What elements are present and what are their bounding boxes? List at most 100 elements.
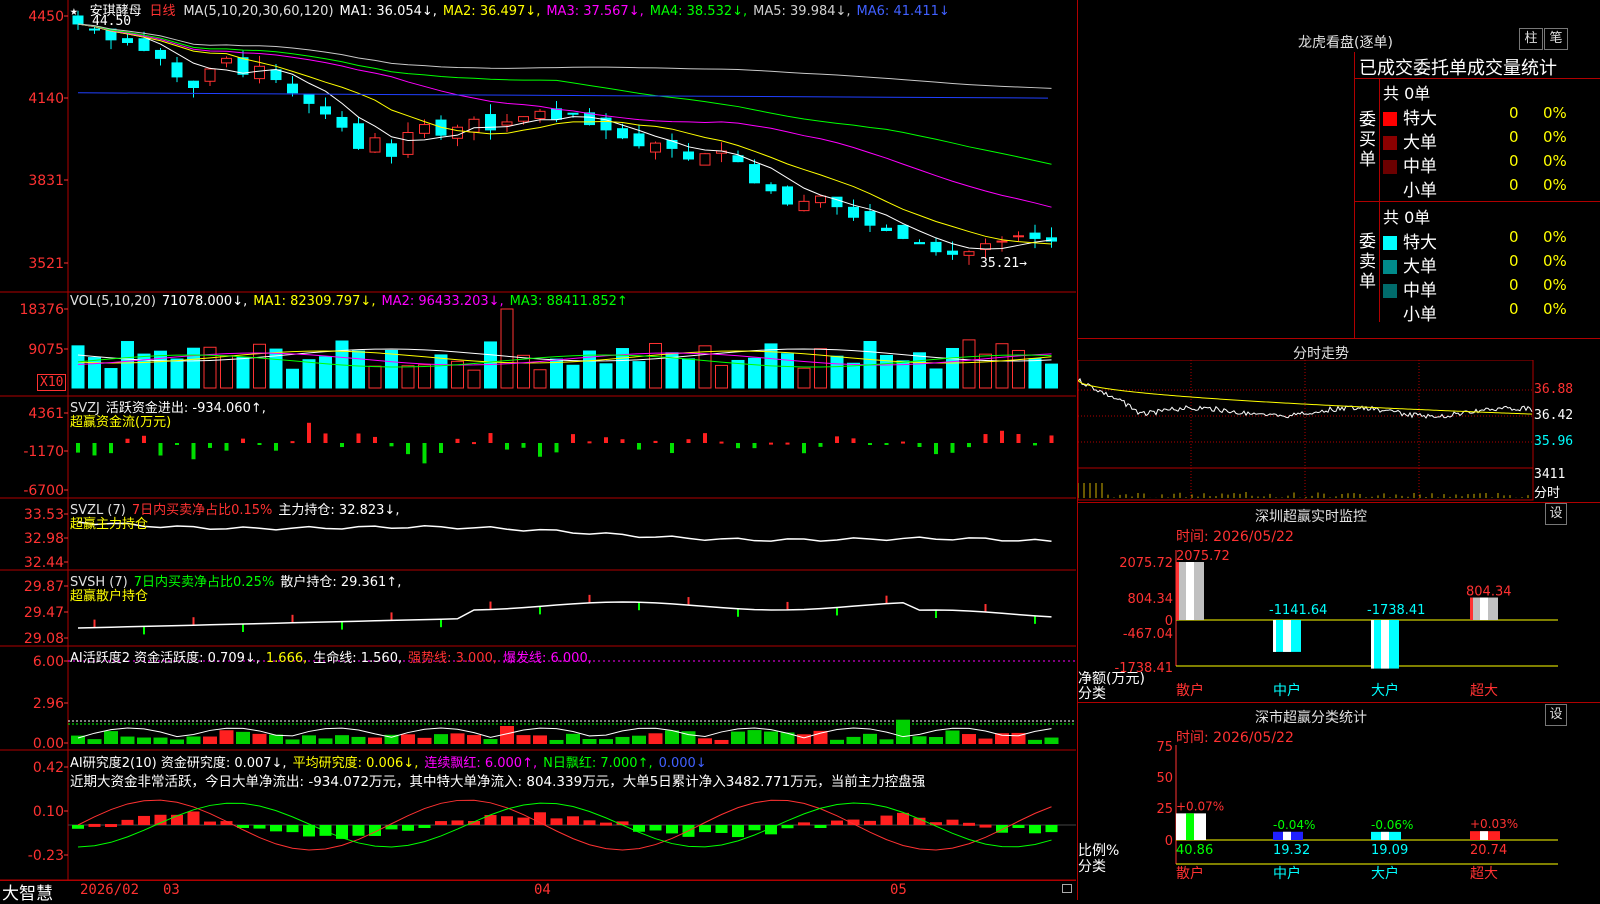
ai-research-bar: [600, 822, 612, 826]
ai-active-bar: [434, 734, 448, 744]
monitor-ylabel-2: 分类: [1078, 686, 1106, 702]
order-stat-row: 小单 0 0%: [1383, 176, 1600, 201]
ai-research-bar: [897, 812, 909, 825]
candle: [287, 83, 298, 94]
svzj-bar: [670, 443, 674, 454]
candle: [947, 250, 958, 255]
ai-active-legend-item: 1.666,: [265, 651, 308, 666]
brand-label: 大智慧: [2, 884, 53, 904]
svzj-bar: [422, 443, 427, 464]
ma-legend: MA(5,10,20,30,60,120) MA1: 36.054↓, MA2: 3…: [183, 4, 955, 19]
volume-bar: [929, 368, 943, 389]
tick-view-button[interactable]: 笔: [1544, 28, 1568, 50]
lock-icon[interactable]: [1062, 884, 1072, 893]
ai-research-bar: [204, 821, 216, 825]
svzj-bar: [868, 443, 872, 445]
dragon-tiger-title: 龙虎看盘(逐单): [1298, 35, 1393, 51]
candle: [815, 195, 826, 204]
sell-total: 共 0单: [1383, 208, 1431, 227]
order-pct: 0%: [1543, 152, 1567, 170]
ai-research-bar: [402, 825, 414, 831]
star-icon[interactable]: ★: [70, 4, 78, 19]
intraday-time-label[interactable]: 分时: [1534, 482, 1560, 501]
svzj-bar: [917, 443, 922, 447]
period-label[interactable]: 日线: [150, 4, 176, 19]
monitor-bar-edge: [1273, 620, 1276, 652]
svzj-bar: [356, 433, 361, 443]
order-stat-row: 中单 0 0%: [1383, 152, 1600, 177]
volume-bar: [71, 345, 85, 389]
ai-active-bar: [302, 735, 316, 744]
monitor-category: 超大: [1470, 683, 1498, 699]
order-stat-row: 特大 0 0%: [1383, 104, 1600, 129]
chart-canvas[interactable]: 4450 4140 3831 3521 18376 9075 4361 -1170 -6700 3…: [0, 0, 1076, 880]
svzj-bar: [274, 443, 278, 451]
volume-bar: [599, 363, 613, 389]
ai-active-bar: [219, 730, 234, 744]
volume-bar: [781, 353, 794, 389]
order-type: 特大: [1403, 109, 1437, 129]
ai-active-bar: [203, 736, 217, 744]
y-tick-label: 29.08: [24, 631, 64, 647]
candle: [369, 137, 381, 153]
ai-research-bar: [831, 820, 843, 825]
candle: [353, 123, 364, 149]
ai-active-bar: [170, 739, 184, 744]
ma-legend-item: MA(5,10,20,30,60,120): [183, 4, 334, 19]
ai-active-bar: [1028, 739, 1042, 744]
ai-research-bar: [253, 825, 266, 829]
ai-research-bar: [1045, 825, 1058, 833]
ai-active-bar: [533, 735, 547, 744]
classify-settings-button[interactable]: 设: [1545, 704, 1567, 726]
order-type: 大单: [1403, 133, 1437, 153]
vol-legend-item: 71078.000↓,: [161, 294, 248, 309]
monitor-title: 深圳超赢实时监控: [1255, 509, 1367, 525]
ai-active-bar: [351, 736, 366, 744]
svzj-bar: [1033, 443, 1037, 446]
ai-active-legend-item: AI活跃度2 资金活跃度: 0.709↓,: [70, 651, 260, 666]
candle: [122, 38, 133, 43]
svzj-bar: [901, 441, 905, 444]
y-tick-label: 4361: [28, 406, 64, 422]
order-count: 0: [1509, 300, 1519, 318]
svzj-bar: [835, 436, 839, 443]
svzj-bar: [175, 443, 179, 445]
ai-research-bar: [732, 825, 744, 838]
ai-research-bar: [699, 825, 711, 833]
ai-active-bar: [797, 734, 811, 744]
order-type: 大单: [1403, 257, 1437, 277]
ai-research-legend: AI研究度2(10) 资金研究度: 0.007↓, 平均研究度: 0.006↓, 连…: [70, 752, 713, 771]
svzj-bar: [307, 422, 311, 443]
volume-bar: [566, 364, 580, 389]
low-price-label: 35.21→: [980, 256, 1027, 271]
order-type: 中单: [1403, 157, 1437, 177]
bar-view-button[interactable]: 柱: [1519, 28, 1543, 50]
monitor-bar-label: 2075.72: [1176, 549, 1230, 564]
svzj-bar: [769, 442, 773, 445]
intraday-chart[interactable]: [1078, 360, 1600, 505]
classify-bar-highlight: [1381, 831, 1389, 840]
y-tick-label: 3831: [28, 173, 64, 189]
color-swatch: [1383, 236, 1397, 250]
order-pct: 0%: [1543, 176, 1567, 194]
ai-research-bar: [864, 820, 876, 825]
ai-active-bar: [549, 739, 564, 744]
monitor-settings-button[interactable]: 设: [1545, 503, 1567, 525]
x-label-may: 05: [890, 882, 907, 898]
svzj-bar: [241, 438, 245, 443]
chart-area[interactable]: 4450 4140 3831 3521 18376 9075 4361 -1170 -6700 3…: [0, 0, 1076, 880]
volume-bar: [649, 342, 662, 389]
svsh-legend-item: 散户持仓: 29.361↑,: [280, 575, 402, 590]
monitor-bar-highlight: [1283, 620, 1291, 652]
svzj-bar: [142, 435, 146, 443]
ai-active-bar: [714, 739, 729, 744]
candle: [749, 164, 760, 184]
order-stat-row: 大单 0 0%: [1383, 252, 1600, 277]
volume-bar: [913, 352, 926, 389]
svzj-bar: [884, 443, 889, 445]
high-price-label: 44.50: [92, 14, 132, 29]
classify-y-tick: 50: [1156, 771, 1173, 786]
ai-active-bar: [929, 737, 943, 744]
svzj-bar: [538, 443, 542, 457]
intraday-tick-1: 36.88: [1534, 382, 1574, 397]
